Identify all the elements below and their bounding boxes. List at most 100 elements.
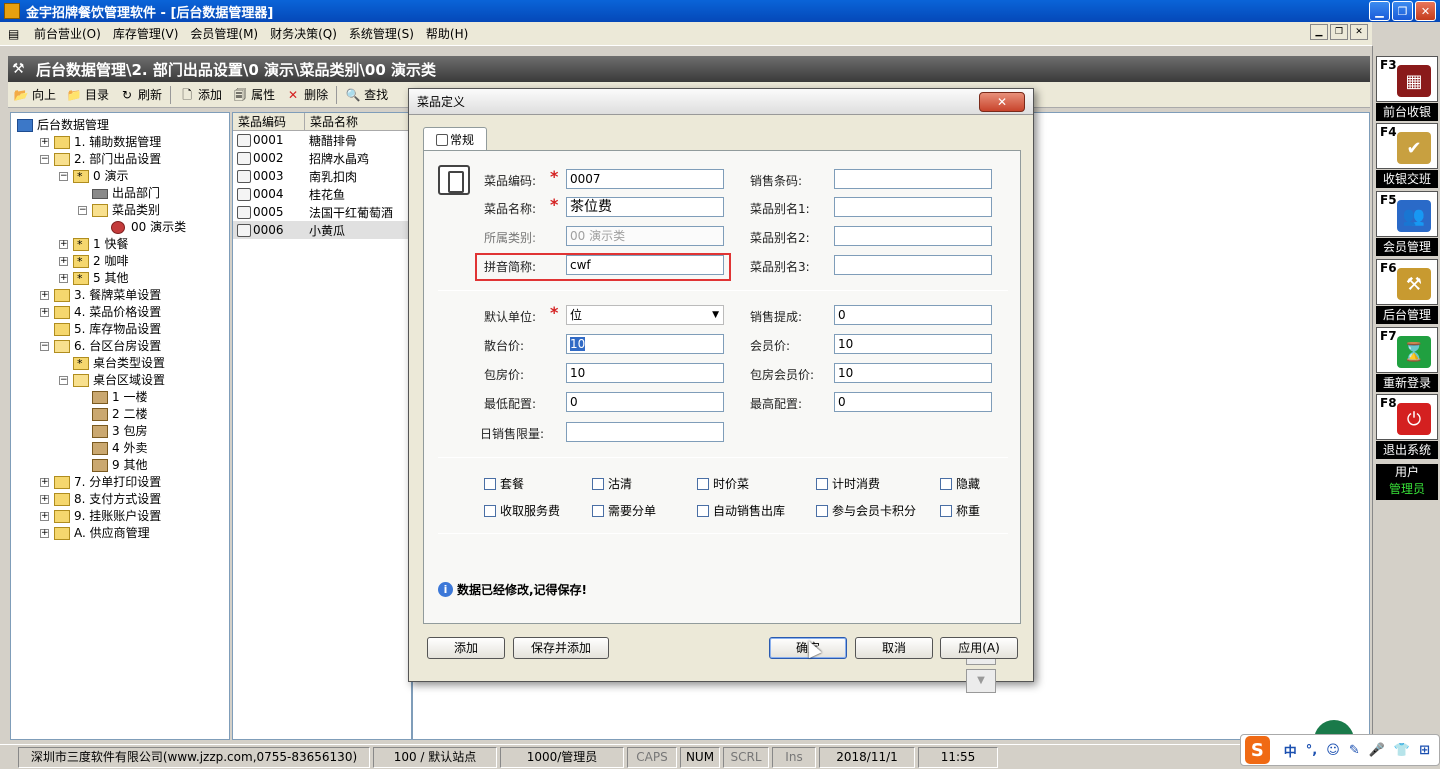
name-input[interactable]: 茶位费 — [566, 197, 724, 217]
collapse-icon[interactable]: − — [59, 172, 68, 181]
refresh-button[interactable]: ↻ 刷新 — [114, 84, 167, 106]
find-button[interactable]: 🔍 查找 — [340, 84, 393, 106]
minimize-button[interactable]: ▁ — [1369, 1, 1390, 21]
mdi-doc-icon[interactable]: ▤ — [8, 26, 24, 42]
menu-help[interactable]: 帮助(H) — [420, 25, 474, 42]
menu-front[interactable]: 前台营业(O) — [28, 25, 107, 42]
checkbox-option[interactable]: 沽清 — [592, 475, 632, 492]
checkbox-option[interactable]: 参与会员卡积分 — [816, 502, 916, 519]
function-key-f8[interactable]: F8 ⏻ — [1376, 394, 1438, 440]
min-config-input[interactable]: 0 — [566, 392, 724, 412]
table-row[interactable]: 0002 招牌水晶鸡 — [233, 149, 411, 167]
sogou-logo-icon[interactable]: S — [1245, 736, 1270, 764]
hall-price-input[interactable]: 10 — [566, 334, 724, 354]
tree-node[interactable]: − 0 演示 — [11, 168, 229, 185]
category-tree[interactable]: 后台数据管理+1. 辅助数据管理−2. 部门出品设置−0 演示出品部门−菜品类别… — [10, 112, 230, 740]
mdi-minimize-button[interactable]: ▁ — [1310, 24, 1328, 40]
tree-node[interactable]: +8. 支付方式设置 — [11, 491, 229, 508]
mdi-restore-button[interactable]: ❐ — [1330, 24, 1348, 40]
checkbox-box[interactable] — [592, 504, 604, 517]
function-key-label[interactable]: 退出系统 — [1376, 441, 1438, 459]
expand-icon[interactable]: + — [59, 240, 68, 249]
expand-icon[interactable]: + — [40, 478, 49, 487]
collapse-icon[interactable]: − — [40, 155, 49, 164]
checkbox-option[interactable]: 收取服务费 — [484, 502, 560, 519]
column-header-name[interactable]: 菜品名称 — [305, 113, 411, 130]
max-config-input[interactable]: 0 — [834, 392, 992, 412]
collapse-icon[interactable]: − — [78, 206, 87, 215]
checkbox-box[interactable] — [940, 477, 952, 490]
checkbox-box[interactable] — [592, 477, 604, 490]
expand-icon[interactable]: + — [59, 274, 68, 283]
pinyin-input[interactable]: cwf — [566, 255, 724, 275]
catalog-button[interactable]: 📁 目录 — [61, 84, 114, 106]
tree-node[interactable]: + A. 供应商管理 — [11, 525, 229, 542]
code-input[interactable]: 0007 — [566, 169, 724, 189]
tree-node[interactable]: − 菜品类别 — [11, 202, 229, 219]
tree-node[interactable]: +2 咖啡 — [11, 253, 229, 270]
save-and-add-button[interactable]: 保存并添加 — [513, 637, 609, 659]
expand-icon[interactable]: + — [40, 308, 49, 317]
ime-toolbar[interactable]: S 中 °, ☺ ✎ 🎤 👕 ⊞ — [1240, 734, 1440, 766]
checkbox-option[interactable]: 需要分单 — [592, 502, 656, 519]
menu-finance[interactable]: 财务决策(Q) — [264, 25, 343, 42]
room-price-input[interactable]: 10 — [566, 363, 724, 383]
move-down-button[interactable]: ▼ — [966, 669, 996, 693]
expand-icon[interactable]: + — [40, 138, 49, 147]
tree-node[interactable]: − 6. 台区台房设置 — [11, 338, 229, 355]
tree-node[interactable]: +7. 分单打印设置 — [11, 474, 229, 491]
checkbox-option[interactable]: 隐藏 — [940, 475, 980, 492]
table-row[interactable]: 0004 桂花鱼 — [233, 185, 411, 203]
tree-node[interactable]: 3 包房 — [11, 423, 229, 440]
function-key-label[interactable]: 收银交班 — [1376, 170, 1438, 188]
function-key-f3[interactable]: F3 ▦ — [1376, 56, 1438, 102]
function-key-f6[interactable]: F6 ⚒ — [1376, 259, 1438, 305]
dialog-close-button[interactable]: ✕ — [979, 92, 1025, 112]
function-key-label[interactable]: 会员管理 — [1376, 238, 1438, 256]
tree-node[interactable]: 1 一楼 — [11, 389, 229, 406]
expand-icon[interactable]: + — [40, 291, 49, 300]
checkbox-box[interactable] — [484, 477, 496, 490]
function-key-label[interactable]: 重新登录 — [1376, 374, 1438, 392]
expand-icon[interactable]: + — [59, 257, 68, 266]
ime-pen-icon[interactable]: ✎ — [1349, 743, 1360, 758]
tab-general[interactable]: 常规 — [423, 127, 487, 151]
room-member-price-input[interactable]: 10 — [834, 363, 992, 383]
barcode-input[interactable] — [834, 169, 992, 189]
checkbox-box[interactable] — [816, 477, 828, 490]
tree-node[interactable]: 2 二楼 — [11, 406, 229, 423]
checkbox-box[interactable] — [940, 504, 952, 517]
tree-node[interactable]: +5 其他 — [11, 270, 229, 287]
tree-node[interactable]: 4 外卖 — [11, 440, 229, 457]
table-row[interactable]: 0003 南乳扣肉 — [233, 167, 411, 185]
tree-node[interactable]: 桌台类型设置 — [11, 355, 229, 372]
checkbox-box[interactable] — [484, 504, 496, 517]
add-button[interactable]: 🗋 添加 — [174, 84, 227, 106]
ime-skin-icon[interactable]: 👕 — [1394, 743, 1410, 758]
tree-node[interactable]: − 桌台区域设置 — [11, 372, 229, 389]
delete-button[interactable]: ✕ 删除 — [280, 84, 333, 106]
tree-node[interactable]: 9 其他 — [11, 457, 229, 474]
alias1-input[interactable] — [834, 197, 992, 217]
tree-node[interactable]: +1 快餐 — [11, 236, 229, 253]
tree-node[interactable]: +4. 菜品价格设置 — [11, 304, 229, 321]
menu-member[interactable]: 会员管理(M) — [184, 25, 264, 42]
tree-node[interactable]: +9. 挂账账户设置 — [11, 508, 229, 525]
table-row[interactable]: 0006 小黄瓜 — [233, 221, 411, 239]
function-key-f4[interactable]: F4 ✔ — [1376, 123, 1438, 169]
expand-icon[interactable]: + — [40, 495, 49, 504]
checkbox-option[interactable]: 时价菜 — [697, 475, 749, 492]
unit-select[interactable]: 位 ▼ — [566, 305, 724, 325]
table-row[interactable]: 0001 糖醋排骨 — [233, 131, 411, 149]
menu-system[interactable]: 系统管理(S) — [343, 25, 420, 42]
tree-node[interactable]: +1. 辅助数据管理 — [11, 134, 229, 151]
tree-node[interactable]: − 2. 部门出品设置 — [11, 151, 229, 168]
checkbox-option[interactable]: 计时消费 — [816, 475, 880, 492]
collapse-icon[interactable]: − — [40, 342, 49, 351]
menu-inventory[interactable]: 库存管理(V) — [107, 25, 185, 42]
function-key-label[interactable]: 后台管理 — [1376, 306, 1438, 324]
checkbox-box[interactable] — [697, 477, 709, 490]
checkbox-box[interactable] — [816, 504, 828, 517]
alias3-input[interactable] — [834, 255, 992, 275]
ime-mic-icon[interactable]: 🎤 — [1369, 743, 1385, 758]
